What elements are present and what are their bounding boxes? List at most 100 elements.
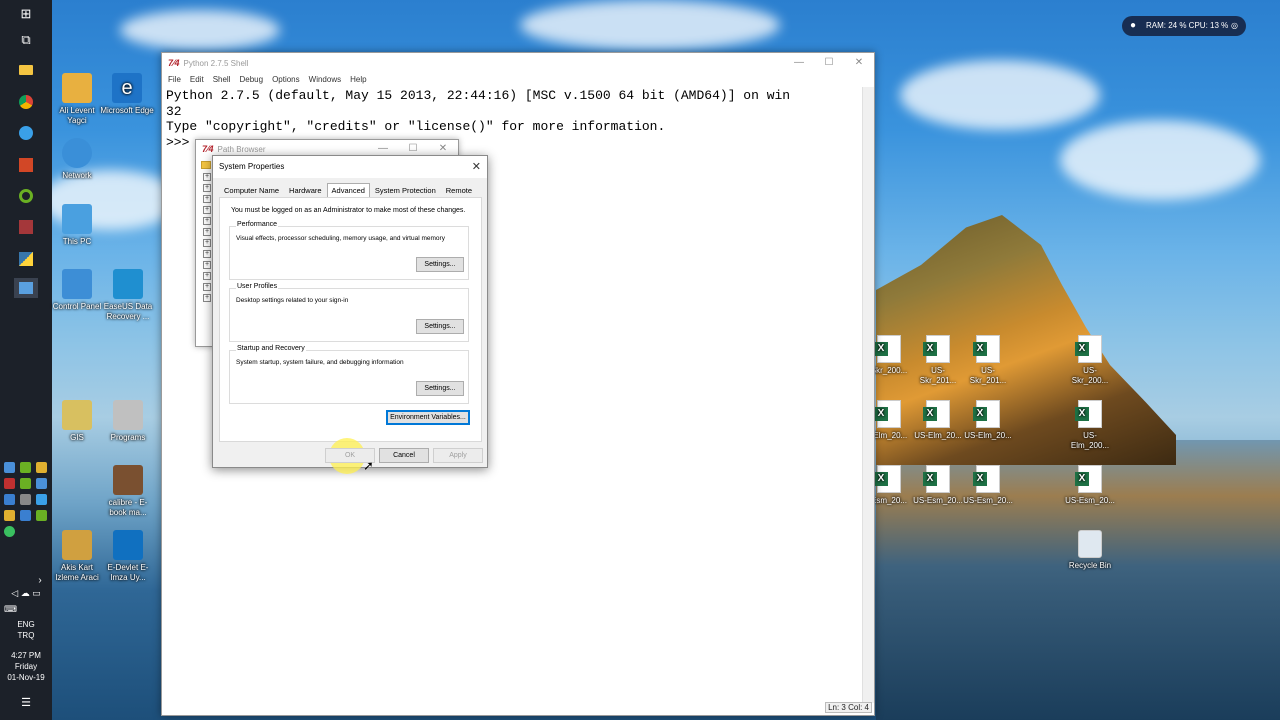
excel-file-icon[interactable]: X US-Elm_20... [963, 400, 1013, 441]
excel-file-icon[interactable]: X US-Esm_20... [913, 465, 963, 506]
clock-day[interactable]: Friday [0, 661, 52, 672]
action-center-icon[interactable]: ☰ [14, 692, 38, 712]
browser-icon[interactable] [14, 123, 38, 143]
cancel-button[interactable]: Cancel [379, 448, 429, 463]
dialog-titlebar[interactable]: System Properties ✕ [213, 156, 487, 178]
tree-expand-icon[interactable]: + [203, 228, 211, 236]
akis-icon [62, 530, 92, 560]
tab-hardware[interactable]: Hardware [284, 183, 327, 197]
excel-file-icon[interactable]: X US-Skr_201... [913, 335, 963, 386]
tree-expand-icon[interactable]: + [203, 173, 211, 181]
excel-file-icon[interactable]: X US-Skr_201... [963, 335, 1013, 386]
minimize-icon[interactable]: — [784, 53, 814, 73]
tray-icon[interactable] [20, 478, 31, 489]
ram-cpu-widget[interactable]: ● RAM: 24 % CPU: 13 % ◎ [1122, 16, 1246, 36]
shell-line: Python 2.7.5 (default, May 15 2013, 22:4… [166, 88, 791, 103]
tree-expand-icon[interactable]: + [203, 250, 211, 258]
desktop-icon-gis[interactable]: GIS [50, 400, 104, 443]
desktop-icon-easeus[interactable]: EaseUS Data Recovery ... [101, 269, 155, 322]
tray-icon[interactable] [20, 462, 31, 473]
programs-icon [113, 400, 143, 430]
system-properties-dialog[interactable]: System Properties ✕ Computer Name Hardwa… [212, 155, 488, 474]
maximize-icon[interactable]: ☐ [814, 53, 844, 73]
folder-icon [62, 400, 92, 430]
system-properties-taskbar-icon[interactable] [14, 278, 38, 298]
close-icon[interactable]: ✕ [844, 53, 874, 73]
tree-expand-icon[interactable]: + [203, 206, 211, 214]
tab-computer-name[interactable]: Computer Name [219, 183, 284, 197]
tray-icon[interactable] [4, 526, 15, 537]
keyboard-icon[interactable]: ⌨ [0, 604, 52, 615]
desktop-icon-network[interactable]: Network [50, 138, 104, 181]
layout-indicator[interactable]: TRQ [0, 630, 52, 641]
cursor-position-status: Ln: 3 Col: 4 [825, 702, 872, 713]
menu-edit[interactable]: Edit [190, 73, 204, 87]
excel-file-icon[interactable]: X US-Esm_20... [1065, 465, 1115, 506]
tray-icon[interactable] [4, 478, 15, 489]
python-icon[interactable] [14, 249, 38, 269]
menu-windows[interactable]: Windows [309, 73, 341, 87]
clock-time[interactable]: 4:27 PM [0, 650, 52, 661]
file-explorer-icon[interactable] [14, 60, 38, 80]
close-icon[interactable]: ✕ [472, 156, 481, 178]
excel-file-icon[interactable]: X US-Skr_200... [1065, 335, 1115, 386]
access-icon[interactable] [14, 217, 38, 237]
tray-icon[interactable] [36, 478, 47, 489]
desktop-icon-this-pc[interactable]: This PC [50, 204, 104, 247]
tray-icon[interactable] [4, 510, 15, 521]
menu-shell[interactable]: Shell [213, 73, 231, 87]
powerpoint-icon[interactable] [14, 155, 38, 175]
tab-system-protection[interactable]: System Protection [370, 183, 441, 197]
tree-expand-icon[interactable]: + [203, 261, 211, 269]
menu-options[interactable]: Options [272, 73, 300, 87]
apply-button[interactable]: Apply [433, 448, 483, 463]
desktop-icon-calibre[interactable]: calibre - E-book ma... [101, 465, 155, 518]
tree-expand-icon[interactable]: + [203, 283, 211, 291]
clock-date[interactable]: 01-Nov-19 [0, 672, 52, 683]
environment-variables-button[interactable]: Environment Variables... [386, 410, 470, 425]
qgis-icon[interactable] [14, 186, 38, 206]
desktop-icon-edge[interactable]: e Microsoft Edge [100, 73, 154, 116]
chevron-up-icon[interactable]: › [28, 570, 52, 590]
excel-icon: X [923, 335, 950, 363]
task-view-icon[interactable]: ⧉ [14, 30, 38, 50]
windows-start-icon[interactable]: ⊞ [14, 4, 38, 24]
settings-icon[interactable]: ◎ [1231, 16, 1238, 36]
vertical-scrollbar[interactable] [862, 87, 874, 703]
icon-label: calibre - E-book ma... [108, 498, 148, 517]
tray-icon[interactable] [4, 494, 15, 505]
user-profiles-settings-button[interactable]: Settings... [416, 319, 464, 334]
tray-icon[interactable] [36, 510, 47, 521]
menu-help[interactable]: Help [350, 73, 366, 87]
shell-titlebar[interactable]: 7⁄4 Python 2.7.5 Shell — ☐ ✕ [162, 53, 874, 73]
menu-file[interactable]: File [168, 73, 181, 87]
tray-icon[interactable] [36, 494, 47, 505]
tab-advanced[interactable]: Advanced [326, 183, 370, 197]
volume-network-battery-icons[interactable]: ◁ ☁ ▭ [0, 588, 52, 599]
tray-icon[interactable] [4, 462, 15, 473]
performance-settings-button[interactable]: Settings... [416, 257, 464, 272]
tree-expand-icon[interactable]: + [203, 195, 211, 203]
desktop-icon-recycle-bin[interactable]: Recycle Bin [1065, 530, 1115, 571]
excel-file-icon[interactable]: X US-Elm_200... [1065, 400, 1115, 451]
tree-expand-icon[interactable]: + [203, 294, 211, 302]
tab-remote[interactable]: Remote [441, 183, 477, 197]
tray-icon[interactable] [20, 494, 31, 505]
desktop-icon-programs[interactable]: Programs [101, 400, 155, 443]
menu-debug[interactable]: Debug [239, 73, 263, 87]
tray-icon[interactable] [36, 462, 47, 473]
desktop-icon-user[interactable]: Ali Levent Yagci [50, 73, 104, 126]
tree-expand-icon[interactable]: + [203, 239, 211, 247]
tree-expand-icon[interactable]: + [203, 272, 211, 280]
tree-expand-icon[interactable]: + [203, 217, 211, 225]
excel-file-icon[interactable]: X US-Elm_20... [913, 400, 963, 441]
chrome-icon[interactable] [14, 92, 38, 112]
desktop-icon-edevlet[interactable]: E-Devlet E-Imza Uy... [101, 530, 155, 583]
language-indicator[interactable]: ENG [0, 619, 52, 630]
excel-file-icon[interactable]: X US-Esm_20... [963, 465, 1013, 506]
tree-expand-icon[interactable]: + [203, 184, 211, 192]
desktop-icon-control-panel[interactable]: Control Panel [50, 269, 104, 312]
startup-settings-button[interactable]: Settings... [416, 381, 464, 396]
desktop-icon-akis[interactable]: Akis Kart Izleme Araci [50, 530, 104, 583]
tray-icon[interactable] [20, 510, 31, 521]
